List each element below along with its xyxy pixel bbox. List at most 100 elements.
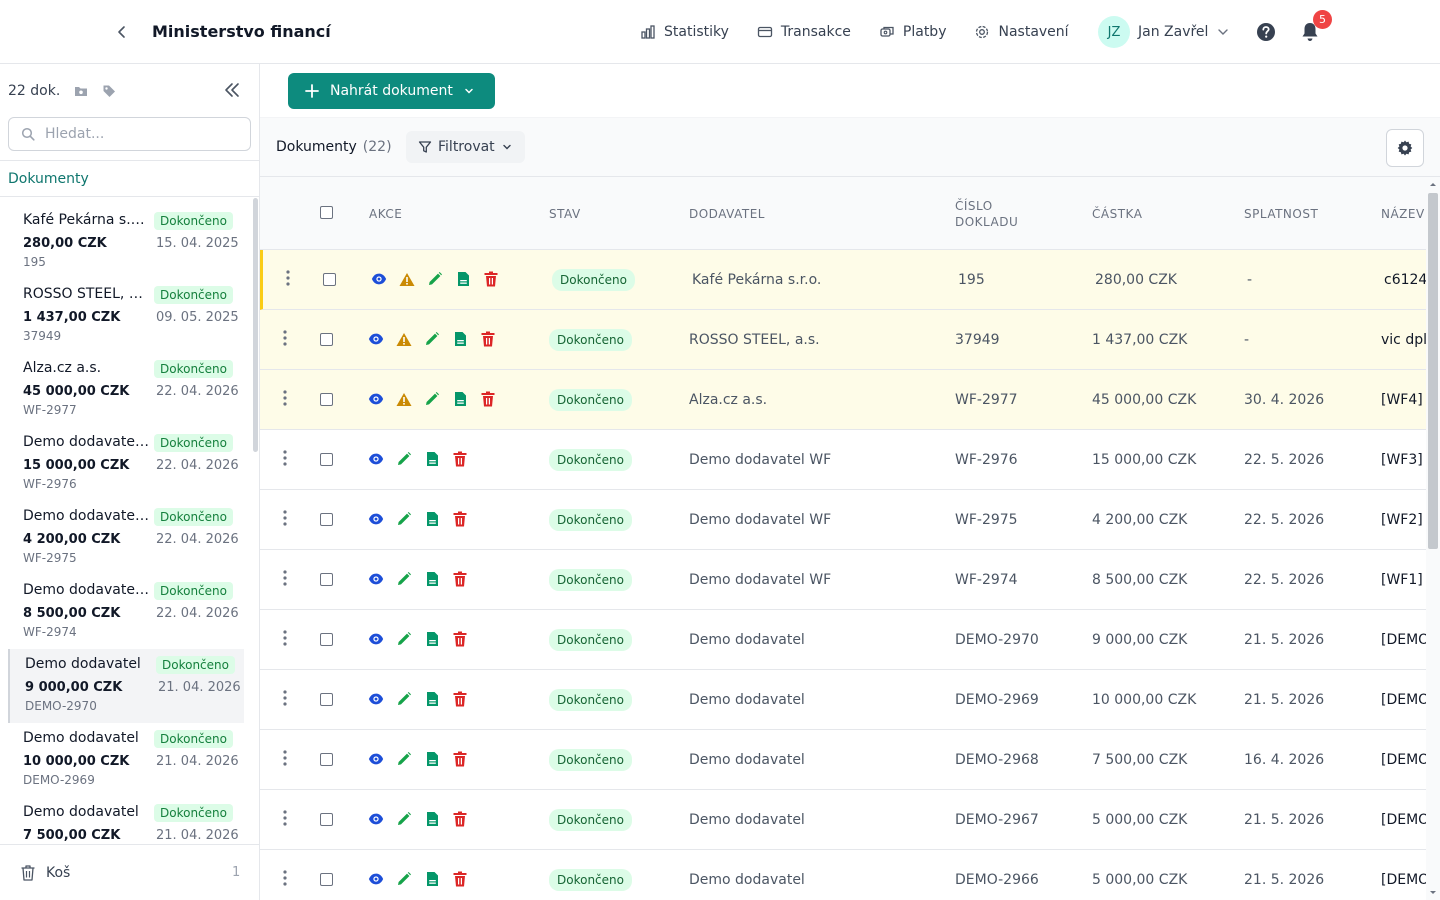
delete-icon[interactable] <box>480 330 496 348</box>
filter-button[interactable]: Filtrovat <box>406 131 525 163</box>
document-icon[interactable] <box>452 330 468 348</box>
table-row[interactable]: Dokončeno Demo dodavatel DEMO-2969 10 000,0… <box>260 670 1426 730</box>
warning-icon[interactable] <box>396 330 412 348</box>
drag-handle-icon[interactable] <box>280 748 290 768</box>
table-row[interactable]: Dokončeno Alza.cz a.s. WF-2977 45 000,00 CZ… <box>260 370 1426 430</box>
document-icon[interactable] <box>455 270 471 288</box>
document-icon[interactable] <box>452 390 468 408</box>
view-icon[interactable] <box>368 510 384 528</box>
delete-icon[interactable] <box>480 390 496 408</box>
table-row[interactable]: Dokončeno Demo dodavatel DEMO-2968 7 500,00… <box>260 730 1426 790</box>
drag-handle-icon[interactable] <box>280 448 290 468</box>
view-icon[interactable] <box>368 390 384 408</box>
scroll-down-icon[interactable] <box>1426 888 1440 898</box>
drag-handle-icon[interactable] <box>280 328 290 348</box>
sidebar-document-item[interactable]: Demo dodavatel WF Dokončeno 4 200,00 CZK 22… <box>8 501 244 575</box>
scroll-up-icon[interactable] <box>1426 179 1440 189</box>
collapse-sidebar-button[interactable] <box>222 80 244 102</box>
sidebar-document-item[interactable]: Demo dodavatel Dokončeno 9 000,00 CZK 21. 0… <box>8 649 244 723</box>
row-checkbox[interactable] <box>320 633 333 646</box>
warning-icon[interactable] <box>399 270 415 288</box>
sidebar-document-item[interactable]: Demo dodavatel Dokončeno 10 000,00 CZK 21. … <box>8 723 244 797</box>
edit-icon[interactable] <box>396 630 412 648</box>
table-row[interactable]: Dokončeno ROSSO STEEL, a.s. 37949 1 437,00 … <box>260 310 1426 370</box>
delete-icon[interactable] <box>452 690 468 708</box>
delete-icon[interactable] <box>452 870 468 888</box>
search-input[interactable] <box>45 126 235 142</box>
column-header-nazev[interactable]: Název <box>1381 177 1425 250</box>
view-icon[interactable] <box>368 750 384 768</box>
nav-nastaveni[interactable]: Nastavení <box>974 17 1069 47</box>
table-row[interactable]: Dokončeno Demo dodavatel DEMO-2970 9 000,00… <box>260 610 1426 670</box>
view-icon[interactable] <box>368 630 384 648</box>
drag-handle-icon[interactable] <box>280 688 290 708</box>
document-icon[interactable] <box>424 810 440 828</box>
document-icon[interactable] <box>424 630 440 648</box>
upload-document-button[interactable]: Nahrát dokument <box>288 73 495 109</box>
back-button[interactable] <box>108 18 136 46</box>
table-scrollbar-thumb[interactable] <box>1428 193 1438 549</box>
document-icon[interactable] <box>424 510 440 528</box>
delete-icon[interactable] <box>452 510 468 528</box>
section-documents[interactable]: Dokumenty <box>0 160 259 197</box>
nav-platby[interactable]: Platby <box>879 17 946 47</box>
table-settings-button[interactable] <box>1386 129 1424 167</box>
row-checkbox[interactable] <box>320 573 333 586</box>
delete-icon[interactable] <box>452 810 468 828</box>
edit-icon[interactable] <box>396 450 412 468</box>
drag-handle-icon[interactable] <box>280 568 290 588</box>
user-menu[interactable]: JZ Jan Zavřel <box>1098 16 1230 48</box>
row-checkbox[interactable] <box>320 453 333 466</box>
delete-icon[interactable] <box>452 570 468 588</box>
table-row[interactable]: Dokončeno Demo dodavatel WF WF-2975 4 200,0… <box>260 490 1426 550</box>
edit-icon[interactable] <box>396 750 412 768</box>
column-header-splatnost[interactable]: Splatnost <box>1244 177 1318 250</box>
row-checkbox[interactable] <box>320 813 333 826</box>
column-header-cislo-dokladu[interactable]: Číslo dokladu <box>955 177 1055 250</box>
view-icon[interactable] <box>368 870 384 888</box>
row-checkbox[interactable] <box>320 873 333 886</box>
drag-handle-icon[interactable] <box>280 628 290 648</box>
sidebar-document-item[interactable]: Demo dodavatel Dokončeno 7 500,00 CZK 21. 0… <box>8 797 244 845</box>
edit-icon[interactable] <box>396 810 412 828</box>
edit-icon[interactable] <box>424 330 440 348</box>
view-icon[interactable] <box>368 450 384 468</box>
delete-icon[interactable] <box>452 750 468 768</box>
row-checkbox[interactable] <box>323 273 336 286</box>
view-icon[interactable] <box>368 690 384 708</box>
row-checkbox[interactable] <box>320 513 333 526</box>
column-header-stav[interactable]: Stav <box>549 177 581 250</box>
delete-icon[interactable] <box>452 450 468 468</box>
column-header-castka[interactable]: Částka <box>1092 177 1142 250</box>
edit-icon[interactable] <box>424 390 440 408</box>
nav-transakce[interactable]: Transakce <box>757 17 851 47</box>
view-icon[interactable] <box>368 810 384 828</box>
edit-icon[interactable] <box>396 690 412 708</box>
sidebar-search[interactable] <box>8 117 251 151</box>
delete-icon[interactable] <box>452 630 468 648</box>
drag-handle-icon[interactable] <box>283 268 293 288</box>
row-checkbox[interactable] <box>320 693 333 706</box>
trash-link[interactable]: Koš 1 <box>0 844 259 900</box>
sidebar-document-item[interactable]: Demo dodavatel WF Dokončeno 15 000,00 CZK 2… <box>8 427 244 501</box>
drag-handle-icon[interactable] <box>280 508 290 528</box>
table-row[interactable]: Dokončeno Demo dodavatel DEMO-2967 5 000,00… <box>260 790 1426 850</box>
column-header-dodavatel[interactable]: Dodavatel <box>689 177 765 250</box>
edit-icon[interactable] <box>396 570 412 588</box>
select-all-checkbox[interactable] <box>320 206 333 219</box>
sidebar-document-item[interactable]: Alza.cz a.s. Dokončeno 45 000,00 CZK 22. 04… <box>8 353 244 427</box>
sidebar-document-item[interactable]: ROSSO STEEL, a.s. Dokončeno 1 437,00 CZK 09… <box>8 279 244 353</box>
document-icon[interactable] <box>424 570 440 588</box>
delete-icon[interactable] <box>483 270 499 288</box>
edit-icon[interactable] <box>427 270 443 288</box>
view-icon[interactable] <box>368 570 384 588</box>
document-icon[interactable] <box>424 690 440 708</box>
drag-handle-icon[interactable] <box>280 808 290 828</box>
sidebar-scrollbar[interactable] <box>253 198 258 452</box>
table-row[interactable]: Dokončeno Demo dodavatel WF WF-2976 15 000,… <box>260 430 1426 490</box>
view-icon[interactable] <box>371 270 387 288</box>
folder-icon[interactable] <box>74 84 88 98</box>
document-icon[interactable] <box>424 450 440 468</box>
drag-handle-icon[interactable] <box>280 388 290 408</box>
warning-icon[interactable] <box>396 390 412 408</box>
